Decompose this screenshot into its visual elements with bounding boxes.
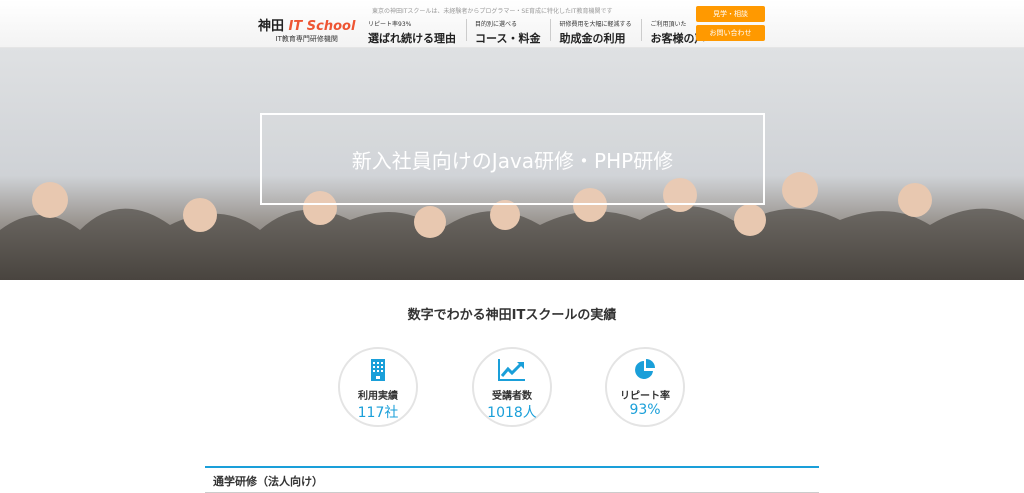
logo[interactable]: 神田 IT School IT教育専門研修機関 [258, 15, 355, 44]
visit-button[interactable]: 見学・相談 [696, 6, 765, 22]
stat-companies: 利用実績 117社 [338, 347, 418, 427]
section-heading: 通学研修（法人向け） [205, 466, 819, 493]
nav-label: 助成金の利用 [559, 32, 626, 45]
site-header: 東京の神田ITスクールは、未経験者からプログラマー・SE育成に特化したIT教育機… [0, 0, 1024, 48]
stat-label: リピート率 [620, 391, 670, 402]
stat-value: 93% [629, 402, 661, 418]
stat-students: 受講者数 1018人 [472, 347, 552, 427]
logo-brand: IT School [288, 19, 356, 34]
nav-subsidy[interactable]: 研修費用を大幅に軽減する助成金の利用 [559, 19, 643, 45]
building-icon [371, 359, 385, 381]
stat-label: 利用実績 [358, 391, 398, 402]
stat-label: 受講者数 [492, 391, 532, 402]
nav-label: コース・料金 [475, 32, 541, 45]
hero-title: 新入社員向けのJava研修・PHP研修 [260, 113, 765, 205]
logo-sub: IT教育専門研修機関 [275, 35, 338, 43]
nav-label: 選ばれ続ける理由 [368, 32, 456, 45]
tagline: 東京の神田ITスクールは、未経験者からプログラマー・SE育成に特化したIT教育機… [372, 8, 613, 15]
nav-reasons[interactable]: リピート率93% 選ばれ続ける理由 [368, 19, 467, 45]
nav-small: 目的別に選べる [475, 21, 518, 28]
stat-value: 117社 [357, 405, 399, 421]
hero-banner: 新入社員向けのJava研修・PHP研修 [0, 48, 1024, 280]
main-nav: リピート率93% 選ばれ続ける理由 目的別に選べるコース・料金 研修費用を大幅に軽… [368, 19, 723, 45]
stat-value: 1018人 [487, 405, 537, 421]
nav-courses[interactable]: 目的別に選べるコース・料金 [475, 19, 552, 45]
pie-chart-icon [635, 359, 655, 379]
chart-up-icon [498, 359, 525, 381]
contact-button[interactable]: お問い合わせ [696, 25, 765, 41]
nav-small: リピート率93% [368, 21, 412, 28]
nav-small: 研修費用を大幅に軽減する [559, 21, 632, 28]
stat-repeat-rate: リピート率 93% [605, 347, 685, 427]
stats-title: 数字でわかる神田ITスクールの実績 [407, 308, 617, 323]
logo-kanji: 神田 [258, 19, 285, 34]
